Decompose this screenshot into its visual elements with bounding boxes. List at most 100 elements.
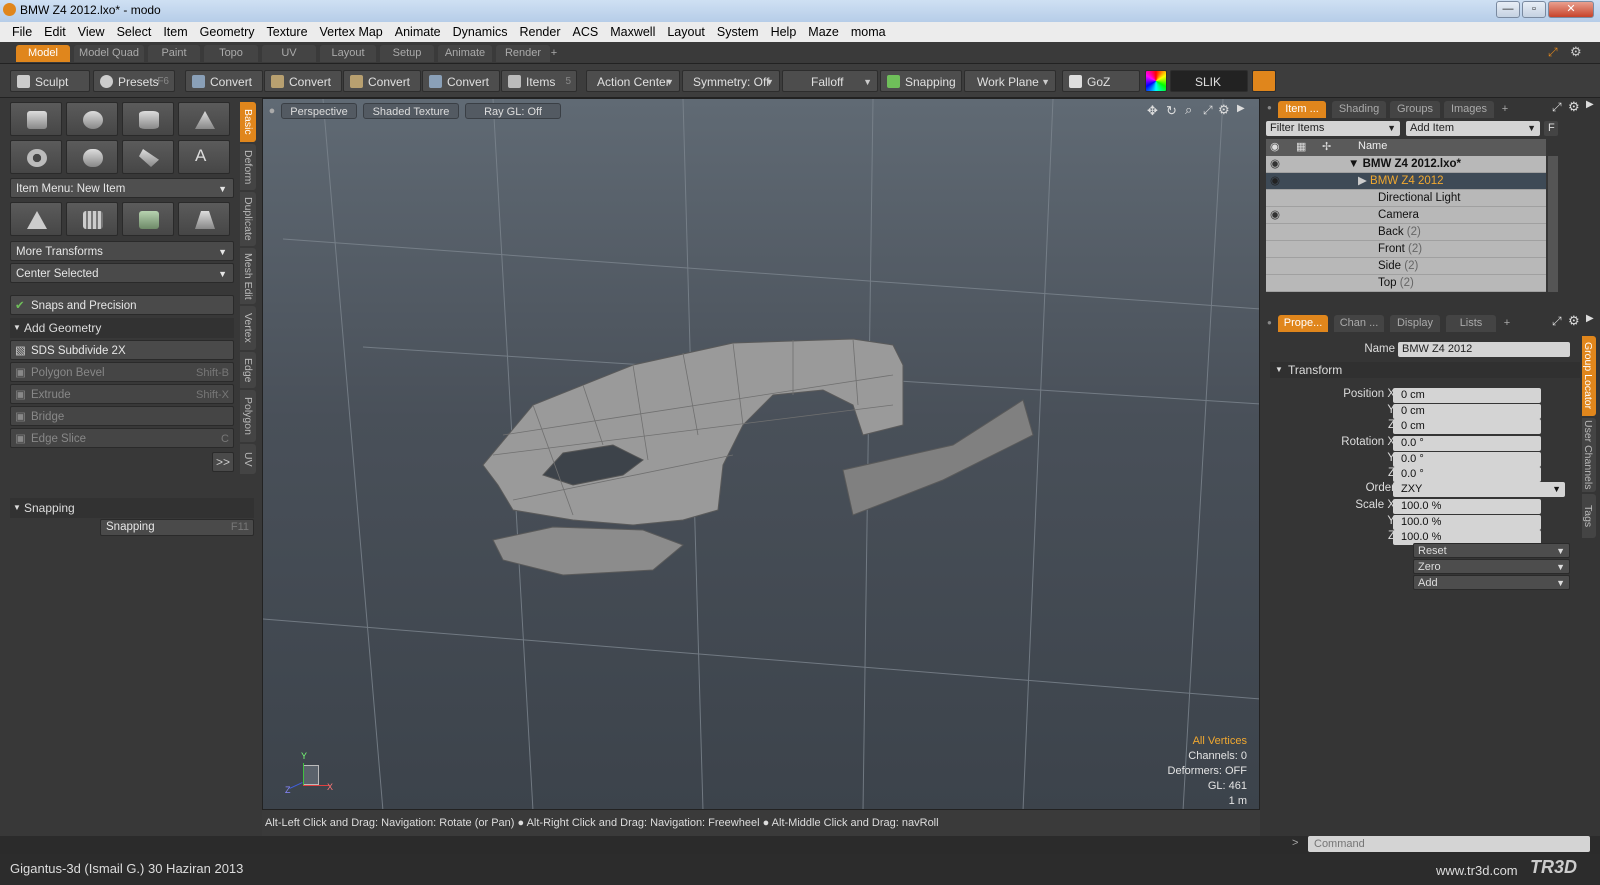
minimize-button[interactable]: — <box>1496 1 1520 18</box>
tab-tags[interactable]: Tags <box>1582 494 1596 538</box>
play-icon[interactable]: ▶ <box>1237 103 1245 114</box>
lock-column-icon[interactable]: ▦ <box>1296 140 1306 153</box>
grid-tool-icon[interactable] <box>66 202 118 236</box>
gear-icon[interactable]: ⚙ <box>1570 44 1582 60</box>
edge-slice-button[interactable]: ▣ Edge Slice C <box>10 428 234 448</box>
presets-button[interactable]: Presets F6 <box>93 70 175 92</box>
add-tab-button[interactable]: + <box>546 45 562 62</box>
tab-polygon[interactable]: Polygon <box>240 390 256 442</box>
tab-images[interactable]: Images <box>1444 101 1494 118</box>
add-item-dropdown[interactable]: Add Item ▼ <box>1406 121 1540 136</box>
sculpt-button[interactable]: Sculpt <box>10 70 90 92</box>
falloff-dropdown[interactable]: Falloff ▼ <box>782 70 878 92</box>
raygl-button[interactable]: Ray GL: Off <box>465 103 561 119</box>
panel-menu-icon[interactable]: ● <box>1267 103 1272 112</box>
menu-render[interactable]: Render <box>514 25 567 39</box>
menu-texture[interactable]: Texture <box>261 25 314 39</box>
filter-toggle-button[interactable]: F <box>1544 121 1558 136</box>
menu-system[interactable]: System <box>711 25 765 39</box>
tab-mesh-edit[interactable]: Mesh Edit <box>240 248 256 304</box>
zero-dropdown[interactable]: Zero ▼ <box>1413 559 1570 574</box>
tab-user-channels[interactable]: User Channels <box>1582 418 1596 492</box>
gear-icon[interactable]: ⚙ <box>1568 99 1580 115</box>
center-selected-dropdown[interactable]: Center Selected ▼ <box>10 263 234 283</box>
tab-uv[interactable]: UV <box>262 45 316 62</box>
snaps-precision-button[interactable]: ✔ Snaps and Precision <box>10 295 234 315</box>
tab-deform[interactable]: Deform <box>240 144 256 190</box>
tab-model-quad[interactable]: Model Quad <box>74 45 144 62</box>
tab-duplicate[interactable]: Duplicate <box>240 192 256 246</box>
view-type-button[interactable]: Perspective <box>281 103 357 119</box>
list-item-top[interactable]: Top (2) <box>1266 275 1546 292</box>
more-tools-button[interactable]: >> <box>212 452 234 472</box>
tab-display[interactable]: Display <box>1390 315 1440 332</box>
tab-lists[interactable]: Lists <box>1446 315 1496 332</box>
add-dropdown[interactable]: Add ▼ <box>1413 575 1570 590</box>
shading-mode-button[interactable]: Shaded Texture <box>363 103 459 119</box>
snapping-header[interactable]: ▼ Snapping <box>10 498 254 518</box>
snapping-toggle-button[interactable]: Snapping F11 <box>100 519 254 536</box>
menu-view[interactable]: View <box>72 25 111 39</box>
gear-icon[interactable]: ⚙ <box>1568 313 1580 329</box>
list-item-camera[interactable]: ◉ Camera <box>1266 207 1546 224</box>
expand-icon[interactable]: ⤢ <box>1552 314 1562 329</box>
menu-vertex-map[interactable]: Vertex Map <box>314 25 389 39</box>
convert-button-2[interactable]: Convert <box>264 70 342 92</box>
play-icon[interactable]: ▶ <box>1586 313 1594 324</box>
bevel-tool-icon[interactable] <box>122 202 174 236</box>
tab-topo[interactable]: Topo <box>204 45 258 62</box>
fit-icon[interactable]: ⤢ <box>1203 103 1213 118</box>
list-item-light[interactable]: Directional Light <box>1266 190 1546 207</box>
action-center-dropdown[interactable]: Action Center ▼ <box>586 70 680 92</box>
position-x-field[interactable]: 0 cm <box>1393 388 1541 403</box>
reset-dropdown[interactable]: Reset ▼ <box>1413 543 1570 558</box>
convert-button-4[interactable]: Convert <box>422 70 500 92</box>
tab-group-locator[interactable]: Group Locator <box>1582 336 1596 416</box>
tab-animate[interactable]: Animate <box>438 45 492 62</box>
filter-items-dropdown[interactable]: Filter Items ▼ <box>1266 121 1400 136</box>
extrude-button[interactable]: ▣ Extrude Shift-X <box>10 384 234 404</box>
tab-channels[interactable]: Chan ... <box>1334 315 1384 332</box>
plane-tool-icon[interactable] <box>178 202 230 236</box>
transform-header[interactable]: ▼ Transform <box>1270 362 1580 378</box>
name-field[interactable]: BMW Z4 2012 <box>1398 342 1570 357</box>
menu-maze[interactable]: Maze <box>802 25 845 39</box>
text-tool-icon[interactable]: A <box>178 140 230 174</box>
add-panel-tab-button[interactable]: + <box>1500 315 1514 332</box>
torus-tool-icon[interactable] <box>10 140 62 174</box>
symmetry-dropdown[interactable]: Symmetry: Off ▼ <box>682 70 780 92</box>
rotation-x-field[interactable]: 0.0 ° <box>1393 436 1541 451</box>
type-column-icon[interactable]: ✢ <box>1322 140 1331 153</box>
scale-y-field[interactable]: 100.0 % <box>1393 515 1541 530</box>
cylinder-tool-icon[interactable] <box>122 102 174 136</box>
menu-item[interactable]: Item <box>157 25 193 39</box>
add-panel-tab-button[interactable]: + <box>1498 101 1512 118</box>
cube-tool-icon[interactable] <box>10 102 62 136</box>
menu-edit[interactable]: Edit <box>38 25 72 39</box>
command-input[interactable] <box>1308 836 1590 852</box>
menu-layout[interactable]: Layout <box>661 25 711 39</box>
items-scrollbar[interactable] <box>1548 156 1558 292</box>
polygon-bevel-button[interactable]: ▣ Polygon Bevel Shift-B <box>10 362 234 382</box>
convert-button-3[interactable]: Convert <box>343 70 421 92</box>
menu-geometry[interactable]: Geometry <box>194 25 261 39</box>
tab-items[interactable]: Item ... <box>1278 101 1326 118</box>
close-button[interactable]: ✕ <box>1548 1 1594 18</box>
expand-icon[interactable]: ⤢ <box>1548 45 1558 60</box>
rotation-y-field[interactable]: 0.0 ° <box>1393 452 1541 467</box>
list-item-front[interactable]: Front (2) <box>1266 241 1546 258</box>
work-plane-dropdown[interactable]: Work Plane ▼ <box>964 70 1056 92</box>
tab-model[interactable]: Model <box>16 45 70 62</box>
menu-select[interactable]: Select <box>111 25 158 39</box>
list-item-scene[interactable]: ◉ ▼ BMW Z4 2012.lxo* <box>1266 156 1546 173</box>
menu-acs[interactable]: ACS <box>567 25 605 39</box>
capsule-tool-icon[interactable] <box>66 140 118 174</box>
add-geometry-header[interactable]: ▼ Add Geometry <box>10 318 234 338</box>
maximize-button[interactable]: ▫ <box>1522 1 1546 18</box>
menu-moma[interactable]: moma <box>845 25 892 39</box>
bridge-button[interactable]: ▣ Bridge <box>10 406 234 426</box>
menu-maxwell[interactable]: Maxwell <box>604 25 661 39</box>
snapping-button[interactable]: Snapping <box>880 70 962 92</box>
list-item-side[interactable]: Side (2) <box>1266 258 1546 275</box>
pan-icon[interactable]: ✥ <box>1147 103 1158 119</box>
